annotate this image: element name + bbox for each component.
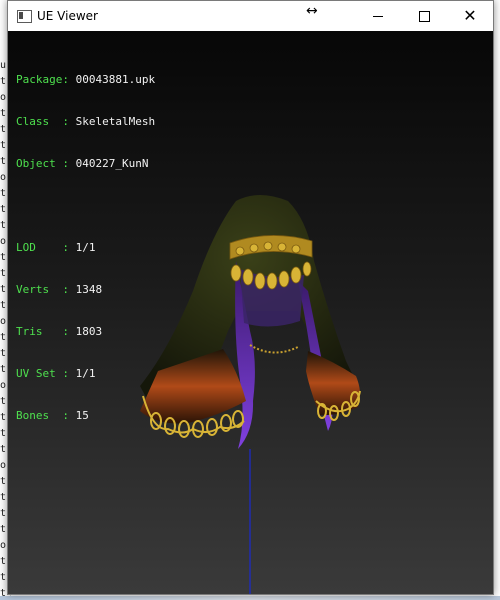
background-console-char: t [0,140,7,151]
background-console-char: t [0,492,7,503]
background-console-char: t [0,444,7,455]
maximize-button[interactable] [401,1,447,31]
background-console-char: t [0,556,7,567]
background-console-char: t [0,364,7,375]
background-console-char: t [0,156,7,167]
background-console-char: t [0,300,7,311]
maximize-icon [418,10,430,22]
face-chain [249,344,299,354]
background-console-char: t [0,412,7,423]
background-console-char: o [0,460,7,471]
ue-viewer-window: UE Viewer ↔ ✕ Package: 00043881.upk Clas… [7,0,494,595]
background-console-char: t [0,332,7,343]
close-icon: ✕ [463,6,477,25]
background-console-char: t [0,524,7,535]
background-console-char: o [0,92,7,103]
background-console-char: o [0,236,7,247]
app-window-icon [17,10,32,23]
background-console-char: t [0,124,7,135]
background-console-char: t [0,204,7,215]
background-console-char: t [0,188,7,199]
background-console-char: t [0,252,7,263]
minimize-button[interactable] [355,1,401,31]
background-console-char: t [0,396,7,407]
background-console-char: t [0,284,7,295]
background-console-char: t [0,220,7,231]
background-console-char: t [0,572,7,583]
skeletal-mesh-render [140,195,361,594]
taskbar-edge [0,596,500,600]
close-button[interactable]: ✕ [447,1,493,31]
background-console-char: t [0,108,7,119]
resize-cursor-icon: ↔ [306,3,318,19]
background-console-char: t [0,348,7,359]
background-console-char: t [0,476,7,487]
background-console-char: t [0,268,7,279]
background-console-char: o [0,540,7,551]
minimize-icon [373,15,383,17]
title-bar[interactable]: UE Viewer ↔ ✕ [8,1,493,31]
background-console-char: o [0,380,7,391]
window-title: UE Viewer [37,9,98,23]
background-console-char: u [0,60,7,71]
background-console-char: o [0,172,7,183]
background-console-char: t [0,76,7,87]
3d-viewport[interactable]: Package: 00043881.upk Class : SkeletalMe… [8,31,493,594]
background-console-char: o [0,316,7,327]
background-console-char: t [0,508,7,519]
background-console-char: t [0,428,7,439]
